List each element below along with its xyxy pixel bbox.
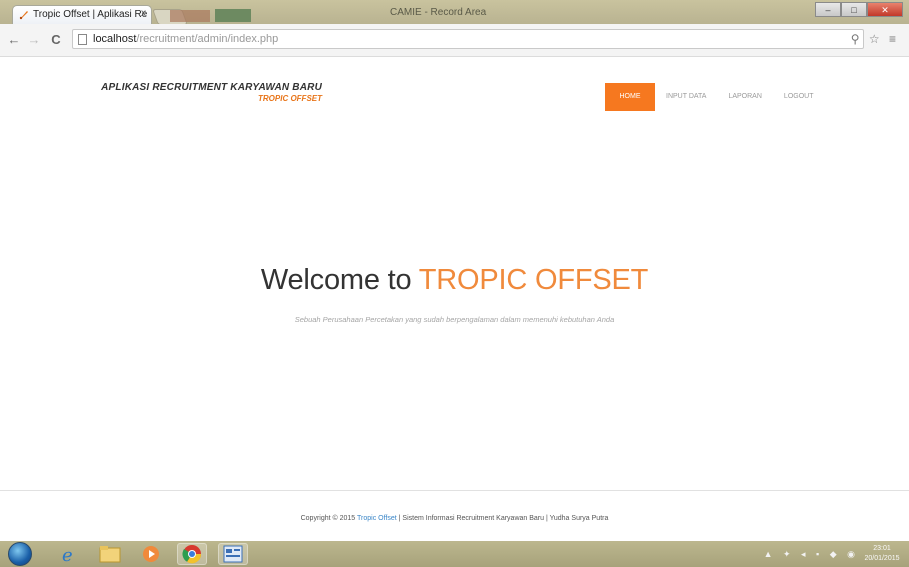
system-tray[interactable]: ▲ ✦ ◂ ▪ ◆ ◉	[764, 549, 859, 560]
clock-time: 23:01	[873, 545, 891, 552]
blurred-window-element	[170, 10, 210, 22]
brand-title: APLIKASI RECRUITMENT KARYAWAN BARU	[101, 82, 322, 93]
explorer-taskbar-icon[interactable]	[95, 543, 125, 565]
browser-tab[interactable]: Tropic Offset | Aplikasi Re x	[12, 5, 152, 24]
clock-date: 20/01/2015	[864, 555, 900, 562]
close-button[interactable]: ✕	[867, 2, 903, 17]
chrome-taskbar-icon[interactable]	[177, 543, 207, 565]
footer: Copyright © 2015 Tropic Offset | Sistem …	[0, 515, 909, 522]
footer-credits: | Sistem Informasi Recruitment Karyawan …	[396, 515, 609, 522]
app-taskbar-icon[interactable]	[218, 543, 248, 565]
tab-close-icon[interactable]: x	[141, 8, 146, 19]
minimize-button[interactable]: –	[815, 2, 841, 17]
hero-title-accent: TROPIC OFFSET	[418, 264, 649, 296]
web-page: APLIKASI RECRUITMENT KARYAWAN BARU TROPI…	[0, 57, 909, 541]
nav-input-data[interactable]: INPUT DATA	[655, 83, 717, 111]
maximize-button[interactable]: □	[841, 2, 867, 17]
taskbar: e ▲ ✦ ◂ ▪ ◆ ◉ 23:01 20/01/2015	[0, 541, 909, 567]
brand-subtitle: TROPIC OFFSET	[258, 94, 322, 103]
ie-taskbar-icon[interactable]: e	[54, 543, 84, 565]
svg-text:e: e	[62, 545, 73, 564]
hero-subtitle: Sebuah Perusahaan Percetakan yang sudah …	[294, 315, 615, 324]
footer-copyright: Copyright © 2015	[300, 515, 358, 522]
tab-title: Tropic Offset | Aplikasi Re	[33, 9, 148, 20]
forward-button[interactable]: →	[26, 30, 42, 50]
favicon-icon	[19, 10, 29, 20]
url-text: localhost/recruitment/admin/index.php	[93, 33, 279, 45]
browser-titlebar: Tropic Offset | Aplikasi Re x CAMIE - Re…	[0, 0, 909, 25]
footer-divider	[0, 490, 909, 491]
toolbar-right-icons[interactable]: ⚲ ☆ ≡	[851, 32, 899, 46]
nav-logout[interactable]: LOGOUT	[773, 83, 825, 111]
hero-section: Welcome to TROPIC OFFSET Sebuah Perusaha…	[0, 264, 909, 324]
footer-link[interactable]: Tropic Offset	[357, 515, 397, 522]
main-nav: HOME INPUT DATA LAPORAN LOGOUT	[605, 83, 824, 111]
taskbar-clock[interactable]: 23:01 20/01/2015	[863, 544, 901, 564]
address-bar[interactable]: localhost/recruitment/admin/index.php	[72, 29, 864, 49]
reload-button[interactable]: C	[48, 30, 64, 50]
back-button[interactable]: ←	[6, 30, 22, 50]
site-brand[interactable]: APLIKASI RECRUITMENT KARYAWAN BARU TROPI…	[97, 82, 322, 103]
hero-title: Welcome to TROPIC OFFSET	[260, 264, 649, 296]
media-player-taskbar-icon[interactable]	[136, 543, 166, 565]
window-controls: – □ ✕	[815, 2, 903, 18]
blurred-window-element	[215, 9, 251, 22]
window-title: CAMIE - Record Area	[390, 7, 487, 18]
page-icon	[78, 34, 87, 45]
nav-laporan[interactable]: LAPORAN	[717, 83, 772, 111]
start-button[interactable]	[8, 542, 32, 566]
browser-toolbar: ← → C localhost/recruitment/admin/index.…	[0, 24, 909, 57]
nav-home[interactable]: HOME	[605, 83, 655, 111]
